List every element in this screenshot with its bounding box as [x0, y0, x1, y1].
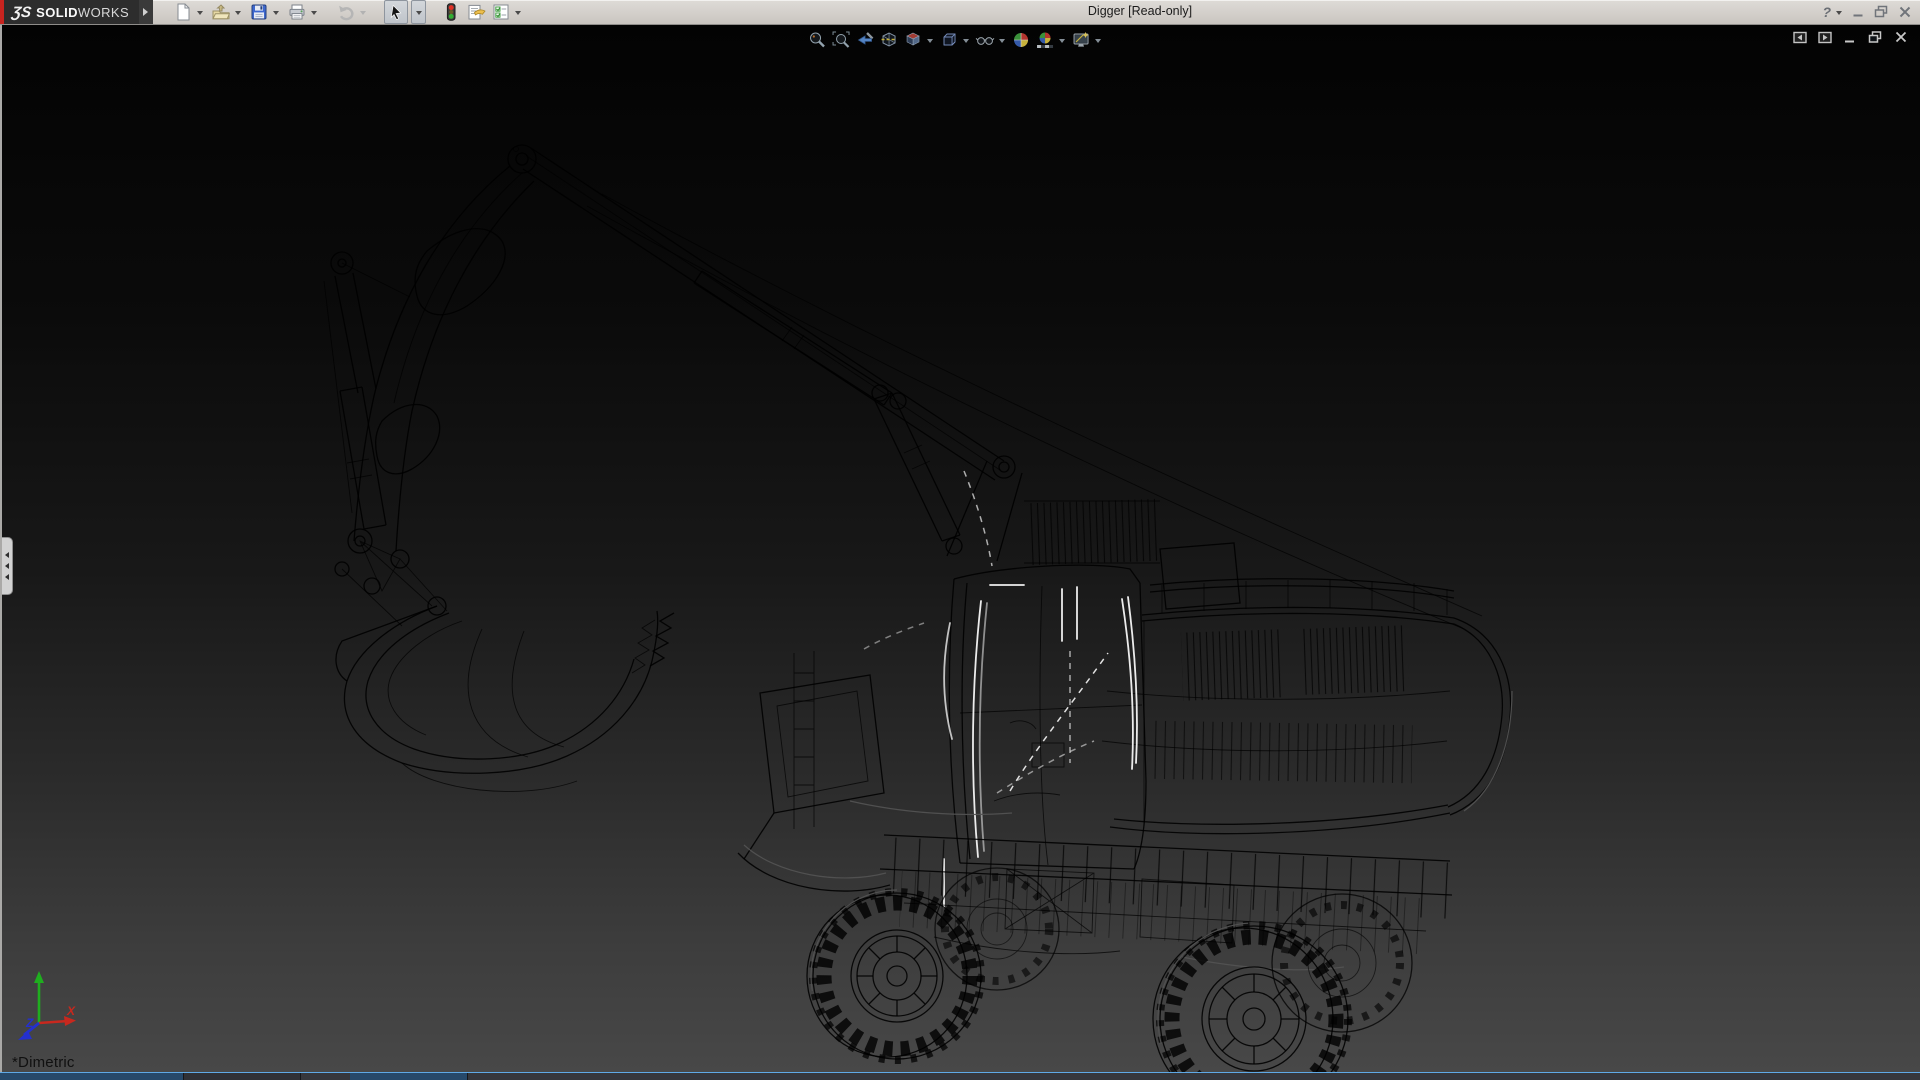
display-style-dropdown-icon[interactable]	[963, 39, 969, 46]
apply-scene-dropdown-icon[interactable]	[1059, 39, 1065, 46]
menu-expand-button[interactable]	[139, 0, 153, 24]
file-properties-icon	[467, 3, 486, 21]
bottom-taskbar-sliver[interactable]	[0, 1072, 1920, 1080]
view-settings-dropdown-icon[interactable]	[1095, 39, 1101, 46]
hide-show-items-icon	[975, 30, 995, 50]
help-dropdown-icon[interactable]	[1836, 11, 1842, 18]
doc-minimize-icon[interactable]	[1843, 31, 1857, 44]
previous-view-icon	[855, 30, 875, 50]
edit-appearance-button[interactable]	[1010, 29, 1032, 51]
section-view-button[interactable]	[878, 29, 900, 51]
dassault-3ds-glyph: ƷS	[11, 4, 33, 21]
open-dropdown-icon[interactable]	[235, 11, 241, 18]
print-button[interactable]	[286, 1, 308, 23]
apply-scene-button[interactable]	[1034, 29, 1056, 51]
select-cursor-icon	[388, 4, 405, 21]
expand-arrow-icon	[143, 8, 152, 16]
taskbar-segment[interactable]	[0, 1073, 184, 1080]
help-icon[interactable]: ?	[1822, 4, 1831, 20]
new-dropdown-icon[interactable]	[197, 11, 203, 18]
save-dropdown-icon[interactable]	[273, 11, 279, 18]
save-icon	[250, 3, 268, 21]
brand-name-light: WORKS	[78, 5, 129, 20]
undo-icon	[337, 3, 355, 21]
zoom-to-fit-button[interactable]	[806, 29, 828, 51]
orientation-triad: X Z	[8, 967, 92, 1051]
wireframe-excavator-model	[2, 25, 1920, 1073]
solidworks-logo: ƷS SOLID WORKS	[0, 0, 153, 24]
traffic-light-button[interactable]	[440, 1, 462, 23]
open-file-icon	[212, 3, 230, 21]
collapse-arrow-icon	[2, 574, 9, 580]
file-properties-button[interactable]	[465, 1, 487, 23]
view-settings-button[interactable]	[1070, 29, 1092, 51]
zoom-to-area-button[interactable]	[830, 29, 852, 51]
restore-icon[interactable]	[1874, 5, 1889, 19]
feature-pane-splitter-tab[interactable]	[2, 537, 13, 595]
main-toolbar	[172, 1, 525, 23]
new-document-button[interactable]	[172, 1, 194, 23]
graphics-viewport[interactable]: X Z *Dimetric	[0, 25, 1920, 1073]
collapse-arrow-icon	[2, 563, 9, 569]
hide-show-items-dropdown-icon[interactable]	[999, 39, 1005, 46]
zoom-to-area-icon	[831, 30, 851, 50]
undo-button[interactable]	[335, 1, 357, 23]
open-file-button[interactable]	[210, 1, 232, 23]
view-orientation-button[interactable]	[902, 29, 924, 51]
pane-toggle-left-icon[interactable]	[1793, 31, 1807, 44]
doc-restore-icon[interactable]	[1868, 31, 1883, 44]
taskbar-segment[interactable]	[350, 1073, 468, 1080]
new-document-icon	[174, 3, 192, 21]
display-style-button[interactable]	[938, 29, 960, 51]
display-style-icon	[939, 30, 959, 50]
hide-show-items-button[interactable]	[974, 29, 996, 51]
zoom-to-fit-icon	[807, 30, 827, 50]
title-bar: ƷS SOLID WORKS	[0, 0, 1920, 25]
previous-view-button[interactable]	[854, 29, 876, 51]
view-orientation-dropdown-icon[interactable]	[927, 39, 933, 46]
select-cursor-button[interactable]	[384, 0, 408, 24]
view-settings-icon	[1071, 30, 1091, 50]
save-button[interactable]	[248, 1, 270, 23]
pane-toggle-right-icon[interactable]	[1818, 31, 1832, 44]
window-controls: ?	[1822, 0, 1912, 24]
apply-scene-icon	[1035, 30, 1055, 50]
section-view-icon	[879, 30, 899, 50]
options-checklist-icon	[492, 3, 510, 21]
minimize-icon[interactable]	[1851, 5, 1865, 19]
doc-close-icon[interactable]	[1894, 31, 1908, 44]
view-orientation-icon	[903, 30, 923, 50]
print-icon	[288, 3, 306, 21]
undo-dropdown-icon	[360, 11, 366, 18]
print-dropdown-icon[interactable]	[311, 11, 317, 18]
triad-z-label: Z	[25, 1016, 34, 1030]
window-title: Digger [Read-only]	[1088, 4, 1192, 18]
edit-appearance-icon	[1011, 30, 1031, 50]
close-icon[interactable]	[1898, 5, 1912, 19]
options-dropdown-icon[interactable]	[515, 11, 521, 18]
options-checklist-button[interactable]	[490, 1, 512, 23]
triad-x-label: X	[66, 1004, 76, 1018]
brand-name-bold: SOLID	[36, 5, 78, 20]
view-orientation-label: *Dimetric	[12, 1054, 75, 1071]
heads-up-view-toolbar	[806, 29, 1104, 51]
select-dropdown-button[interactable]	[411, 0, 426, 24]
taskbar-segment[interactable]	[184, 1073, 301, 1080]
traffic-light-icon	[442, 3, 460, 21]
document-window-controls	[1793, 31, 1908, 44]
collapse-arrow-icon	[2, 552, 9, 558]
